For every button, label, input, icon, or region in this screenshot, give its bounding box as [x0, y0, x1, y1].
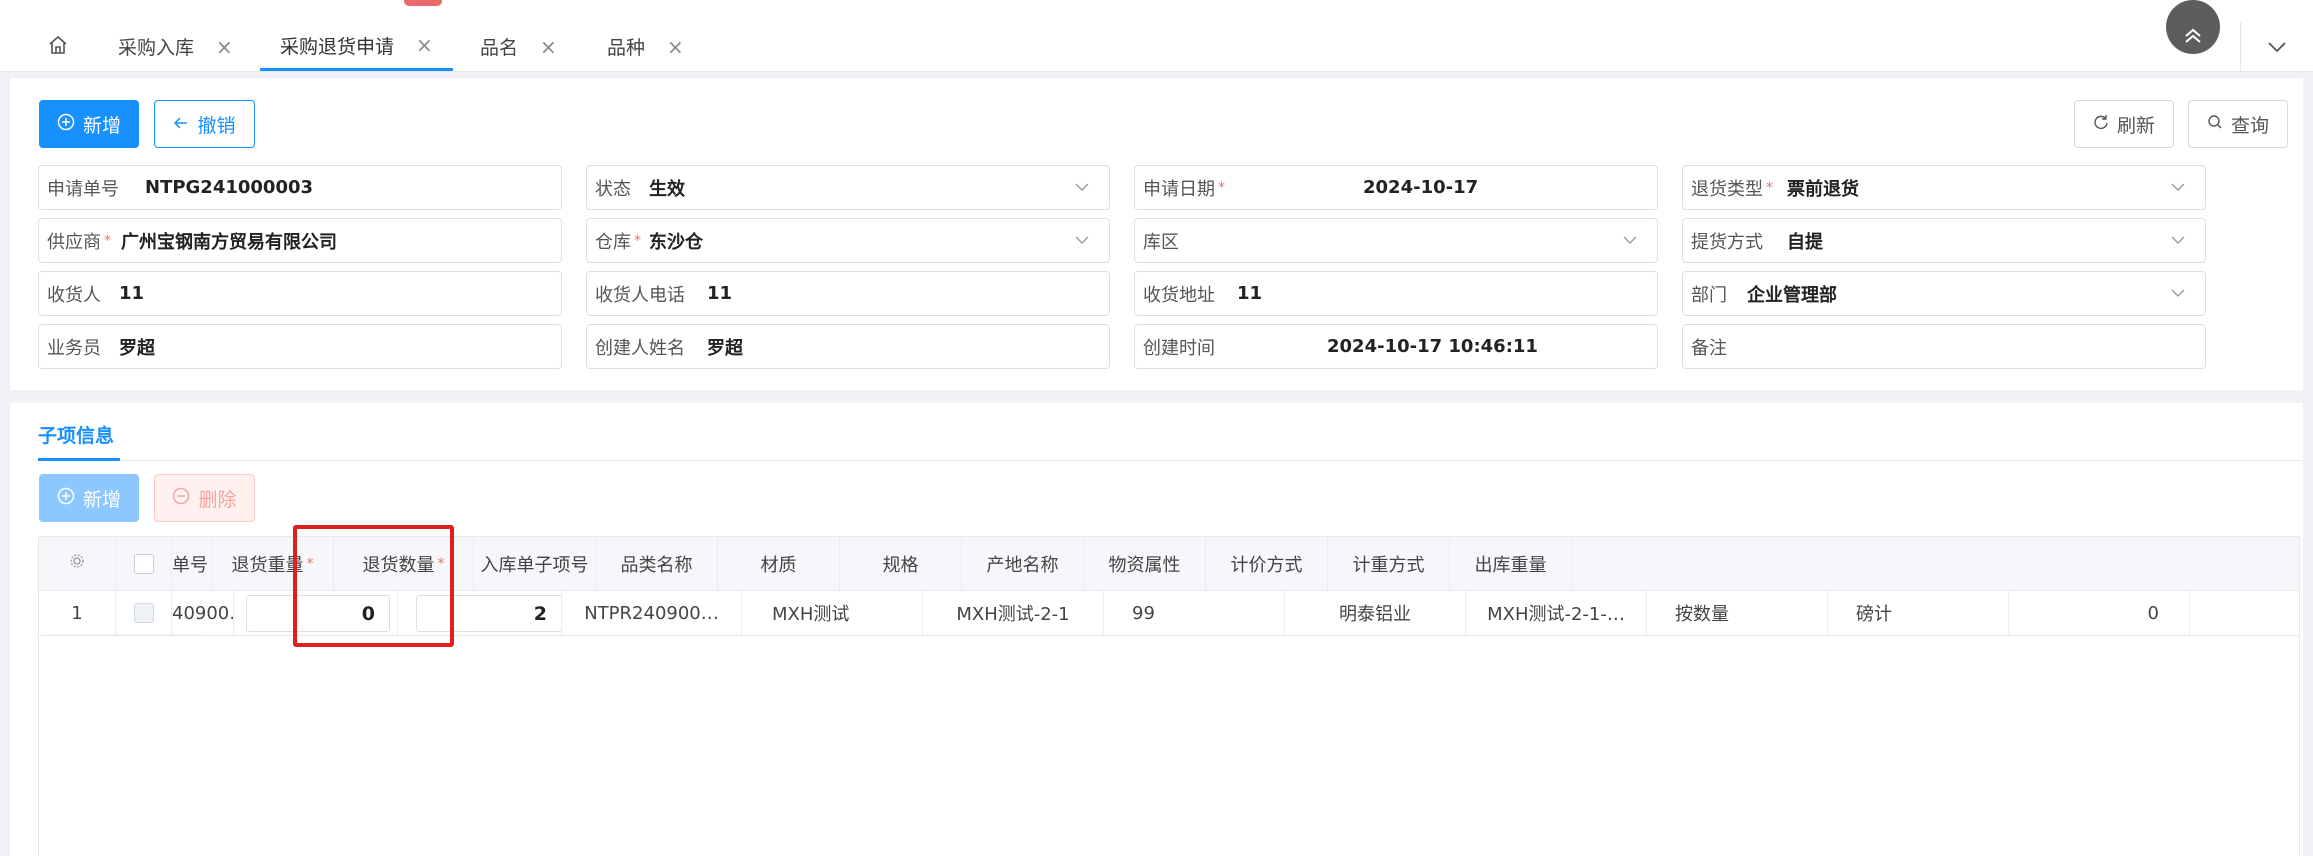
header-material: 材质	[718, 537, 840, 590]
tab-product-name[interactable]: 品名 ×	[480, 22, 557, 71]
creator-field[interactable]: 创建人姓名 罗超	[586, 324, 1110, 369]
receiver-address-field[interactable]: 收货地址 11	[1134, 271, 1658, 316]
return-type-select[interactable]: 退货类型 * 票前退货	[1682, 165, 2206, 210]
header-attr: 物资属性	[1084, 537, 1206, 590]
refresh-icon	[2093, 113, 2109, 135]
child-add-button[interactable]: 新增	[39, 474, 139, 522]
double-chevron-up-icon	[2181, 4, 2205, 51]
chevron-down-icon	[2169, 231, 2187, 254]
chevron-down-icon	[2169, 284, 2187, 307]
receiver-field[interactable]: 收货人 11	[38, 271, 562, 316]
header-weighing: 计重方式	[1328, 537, 1450, 590]
close-icon[interactable]: ×	[416, 33, 433, 57]
header-origin: 产地名称	[962, 537, 1084, 590]
tab-purchase-return-apply[interactable]: 采购退货申请 ×	[260, 22, 453, 71]
add-button[interactable]: 新增	[39, 100, 139, 148]
table-empty-area	[199, 636, 2300, 856]
apply-date-field[interactable]: 申请日期 * 2024-10-17	[1134, 165, 1658, 210]
header-in-item-no: 入库单子项号	[474, 537, 596, 590]
home-tab[interactable]	[28, 32, 88, 62]
header-partial-no: 单号	[172, 537, 212, 590]
gear-icon	[69, 553, 85, 574]
salesman-field[interactable]: 业务员 罗超	[38, 324, 562, 369]
chevron-down-icon	[1073, 231, 1091, 254]
tab-more-button[interactable]	[2240, 22, 2313, 71]
close-icon[interactable]: ×	[540, 35, 557, 59]
arrow-left-icon	[173, 113, 189, 135]
pickup-select[interactable]: 提货方式 自提	[1682, 218, 2206, 263]
plus-circle-icon	[57, 487, 75, 510]
header-spec: 规格	[840, 537, 962, 590]
top-strip	[0, 0, 2313, 22]
revoke-button[interactable]: 撤销	[154, 100, 255, 148]
supplier-field[interactable]: 供应商 * 广州宝钢南方贸易有限公司	[38, 218, 562, 263]
section-divider	[38, 460, 2300, 461]
fixed-columns-panel	[38, 636, 199, 856]
close-icon[interactable]: ×	[216, 35, 233, 59]
row-checkbox[interactable]	[133, 603, 154, 623]
select-all-checkbox-cell[interactable]	[116, 537, 172, 590]
header-category: 品类名称	[596, 537, 718, 590]
query-button[interactable]: 查询	[2188, 100, 2288, 148]
collapse-button[interactable]	[2166, 0, 2220, 54]
status-select[interactable]: 状态 生效	[586, 165, 1110, 210]
section-title: 子项信息	[38, 425, 115, 447]
form-card: 新增 撤销 刷新 查询 申请单号 NTPG241000003 状态 生效 申请日…	[10, 78, 2303, 390]
child-delete-button[interactable]: 删除	[154, 474, 255, 522]
chevron-down-icon	[1073, 178, 1091, 201]
created-at-field[interactable]: 创建时间 2024-10-17 10:46:11	[1134, 324, 1658, 369]
chevron-down-icon	[2267, 36, 2287, 58]
chevron-down-icon	[2169, 178, 2187, 201]
tab-bar: 采购入库 × 采购退货申请 × 品名 × 品种 ×	[0, 0, 2313, 72]
chevron-down-icon	[1621, 231, 1639, 254]
row-checkbox-cell[interactable]	[116, 591, 172, 635]
section-underline	[38, 458, 120, 461]
remark-field[interactable]: 备注	[1682, 324, 2206, 369]
header-out-weight: 出库重量	[1450, 537, 1572, 590]
area-select[interactable]: 库区	[1134, 218, 1658, 263]
dept-select[interactable]: 部门 企业管理部	[1682, 271, 2206, 316]
select-all-checkbox[interactable]	[133, 553, 154, 574]
home-icon	[47, 34, 69, 61]
warehouse-select[interactable]: 仓库 * 东沙仓	[586, 218, 1110, 263]
search-icon	[2207, 113, 2223, 135]
highlight-box	[293, 525, 454, 647]
tab-purchase-in[interactable]: 采购入库 ×	[118, 22, 233, 71]
receiver-phone-field[interactable]: 收货人电话 11	[586, 271, 1110, 316]
close-icon[interactable]: ×	[667, 35, 684, 59]
header-pricing: 计价方式	[1206, 537, 1328, 590]
tab-variety[interactable]: 品种 ×	[607, 22, 684, 71]
notification-mark	[404, 0, 442, 6]
apply-no-field[interactable]: 申请单号 NTPG241000003	[38, 165, 562, 210]
column-settings[interactable]	[39, 537, 116, 590]
refresh-button[interactable]: 刷新	[2074, 100, 2174, 148]
minus-circle-icon	[172, 487, 190, 510]
plus-circle-icon	[57, 113, 75, 136]
